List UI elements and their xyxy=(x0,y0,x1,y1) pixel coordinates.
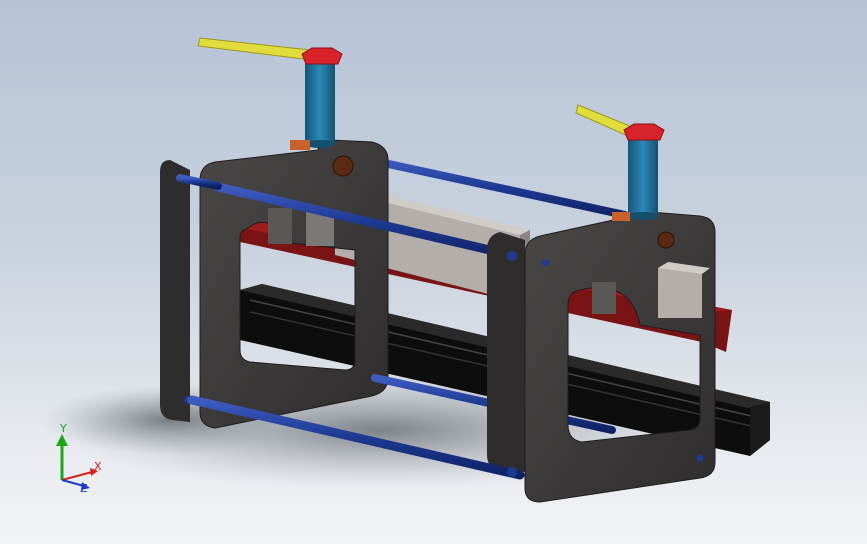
right-handle-lever[interactable] xyxy=(575,104,631,137)
left-jaw-block-1 xyxy=(268,208,292,244)
right-screw-nut xyxy=(612,212,630,221)
x-axis-icon xyxy=(61,471,93,481)
left-screw-nut xyxy=(290,140,310,150)
left-clamp-screw xyxy=(305,62,335,144)
cad-viewport[interactable]: Y X Z xyxy=(0,0,867,544)
right-frame-bushing xyxy=(657,231,675,249)
left-frame-bushing xyxy=(332,155,354,177)
right-upper-rod-cap xyxy=(507,251,517,261)
x-axis-label: X xyxy=(94,460,102,473)
right-front-frame xyxy=(524,211,716,503)
right-jaw-block-2 xyxy=(658,268,702,318)
clamp-assembly-model[interactable] xyxy=(0,0,867,544)
right-handle-knob[interactable] xyxy=(623,123,665,141)
left-back-frame xyxy=(160,160,190,422)
rail-end xyxy=(750,402,770,456)
right-clamp-screw xyxy=(628,136,658,216)
coordinate-triad: Y X Z xyxy=(56,422,102,495)
y-axis-label: Y xyxy=(59,422,67,435)
right-lower-rod-cap xyxy=(507,467,517,477)
y-axis-arrow-icon xyxy=(56,434,68,446)
right-jaw-block-1 xyxy=(592,282,616,314)
right-frame-hole-bottom xyxy=(696,454,704,462)
left-handle-knob[interactable] xyxy=(301,47,343,65)
z-axis-label: Z xyxy=(80,482,88,495)
right-back-frame xyxy=(487,232,525,472)
right-frame-hole-top xyxy=(542,259,550,267)
right-clamp-screw-bottom xyxy=(628,212,658,220)
left-handle-lever[interactable] xyxy=(197,37,313,61)
left-front-frame xyxy=(199,139,389,429)
